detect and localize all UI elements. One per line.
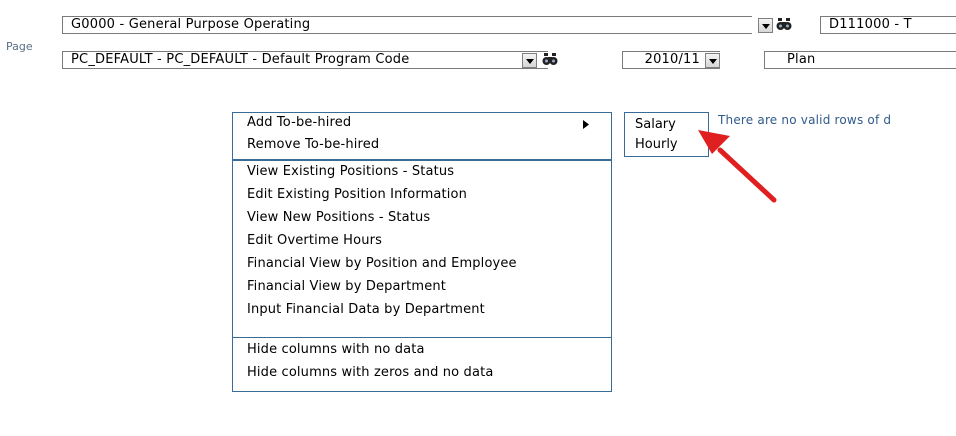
scenario-field[interactable]: Plan	[764, 51, 956, 69]
menu-separator	[233, 337, 611, 338]
menu-item-add-to-be-hired[interactable]: Add To-be-hired	[247, 115, 351, 130]
submenu-item-hourly[interactable]: Hourly	[635, 137, 678, 152]
menu-item-remove-to-be-hired[interactable]: Remove To-be-hired	[247, 137, 379, 152]
department-field[interactable]: D111000 - T	[820, 16, 956, 34]
menu-item-hide-columns-no-data[interactable]: Hide columns with no data	[247, 342, 425, 357]
menu-item-edit-existing-position[interactable]: Edit Existing Position Information	[247, 187, 467, 202]
submenu-arrow-icon	[583, 120, 589, 129]
program-dropdown-arrow-icon[interactable]	[522, 53, 537, 68]
menu-item-edit-overtime-hours[interactable]: Edit Overtime Hours	[247, 233, 382, 248]
context-menu: Add To-be-hired Remove To-be-hired View …	[232, 112, 612, 392]
submenu-item-salary[interactable]: Salary	[635, 117, 676, 132]
page-label: Page	[6, 40, 33, 53]
annotation-arrow	[698, 130, 777, 203]
menu-item-view-new-positions[interactable]: View New Positions - Status	[247, 210, 430, 225]
period-dropdown-arrow-icon[interactable]	[705, 53, 720, 68]
fund-dropdown-arrow-icon[interactable]	[758, 18, 773, 33]
menu-separator	[233, 159, 611, 161]
program-binoculars-icon[interactable]	[542, 52, 558, 67]
menu-item-financial-view-position-employee[interactable]: Financial View by Position and Employee	[247, 256, 517, 271]
program-field[interactable]: PC_DEFAULT - PC_DEFAULT - Default Progra…	[62, 51, 548, 69]
menu-item-view-existing-positions[interactable]: View Existing Positions - Status	[247, 164, 454, 179]
fund-binoculars-icon[interactable]	[776, 17, 792, 32]
menu-item-hide-columns-zeros[interactable]: Hide columns with zeros and no data	[247, 365, 493, 380]
menu-item-financial-view-department[interactable]: Financial View by Department	[247, 279, 446, 294]
fund-field[interactable]: G0000 - General Purpose Operating	[62, 16, 752, 34]
menu-item-input-financial-data[interactable]: Input Financial Data by Department	[247, 302, 485, 317]
